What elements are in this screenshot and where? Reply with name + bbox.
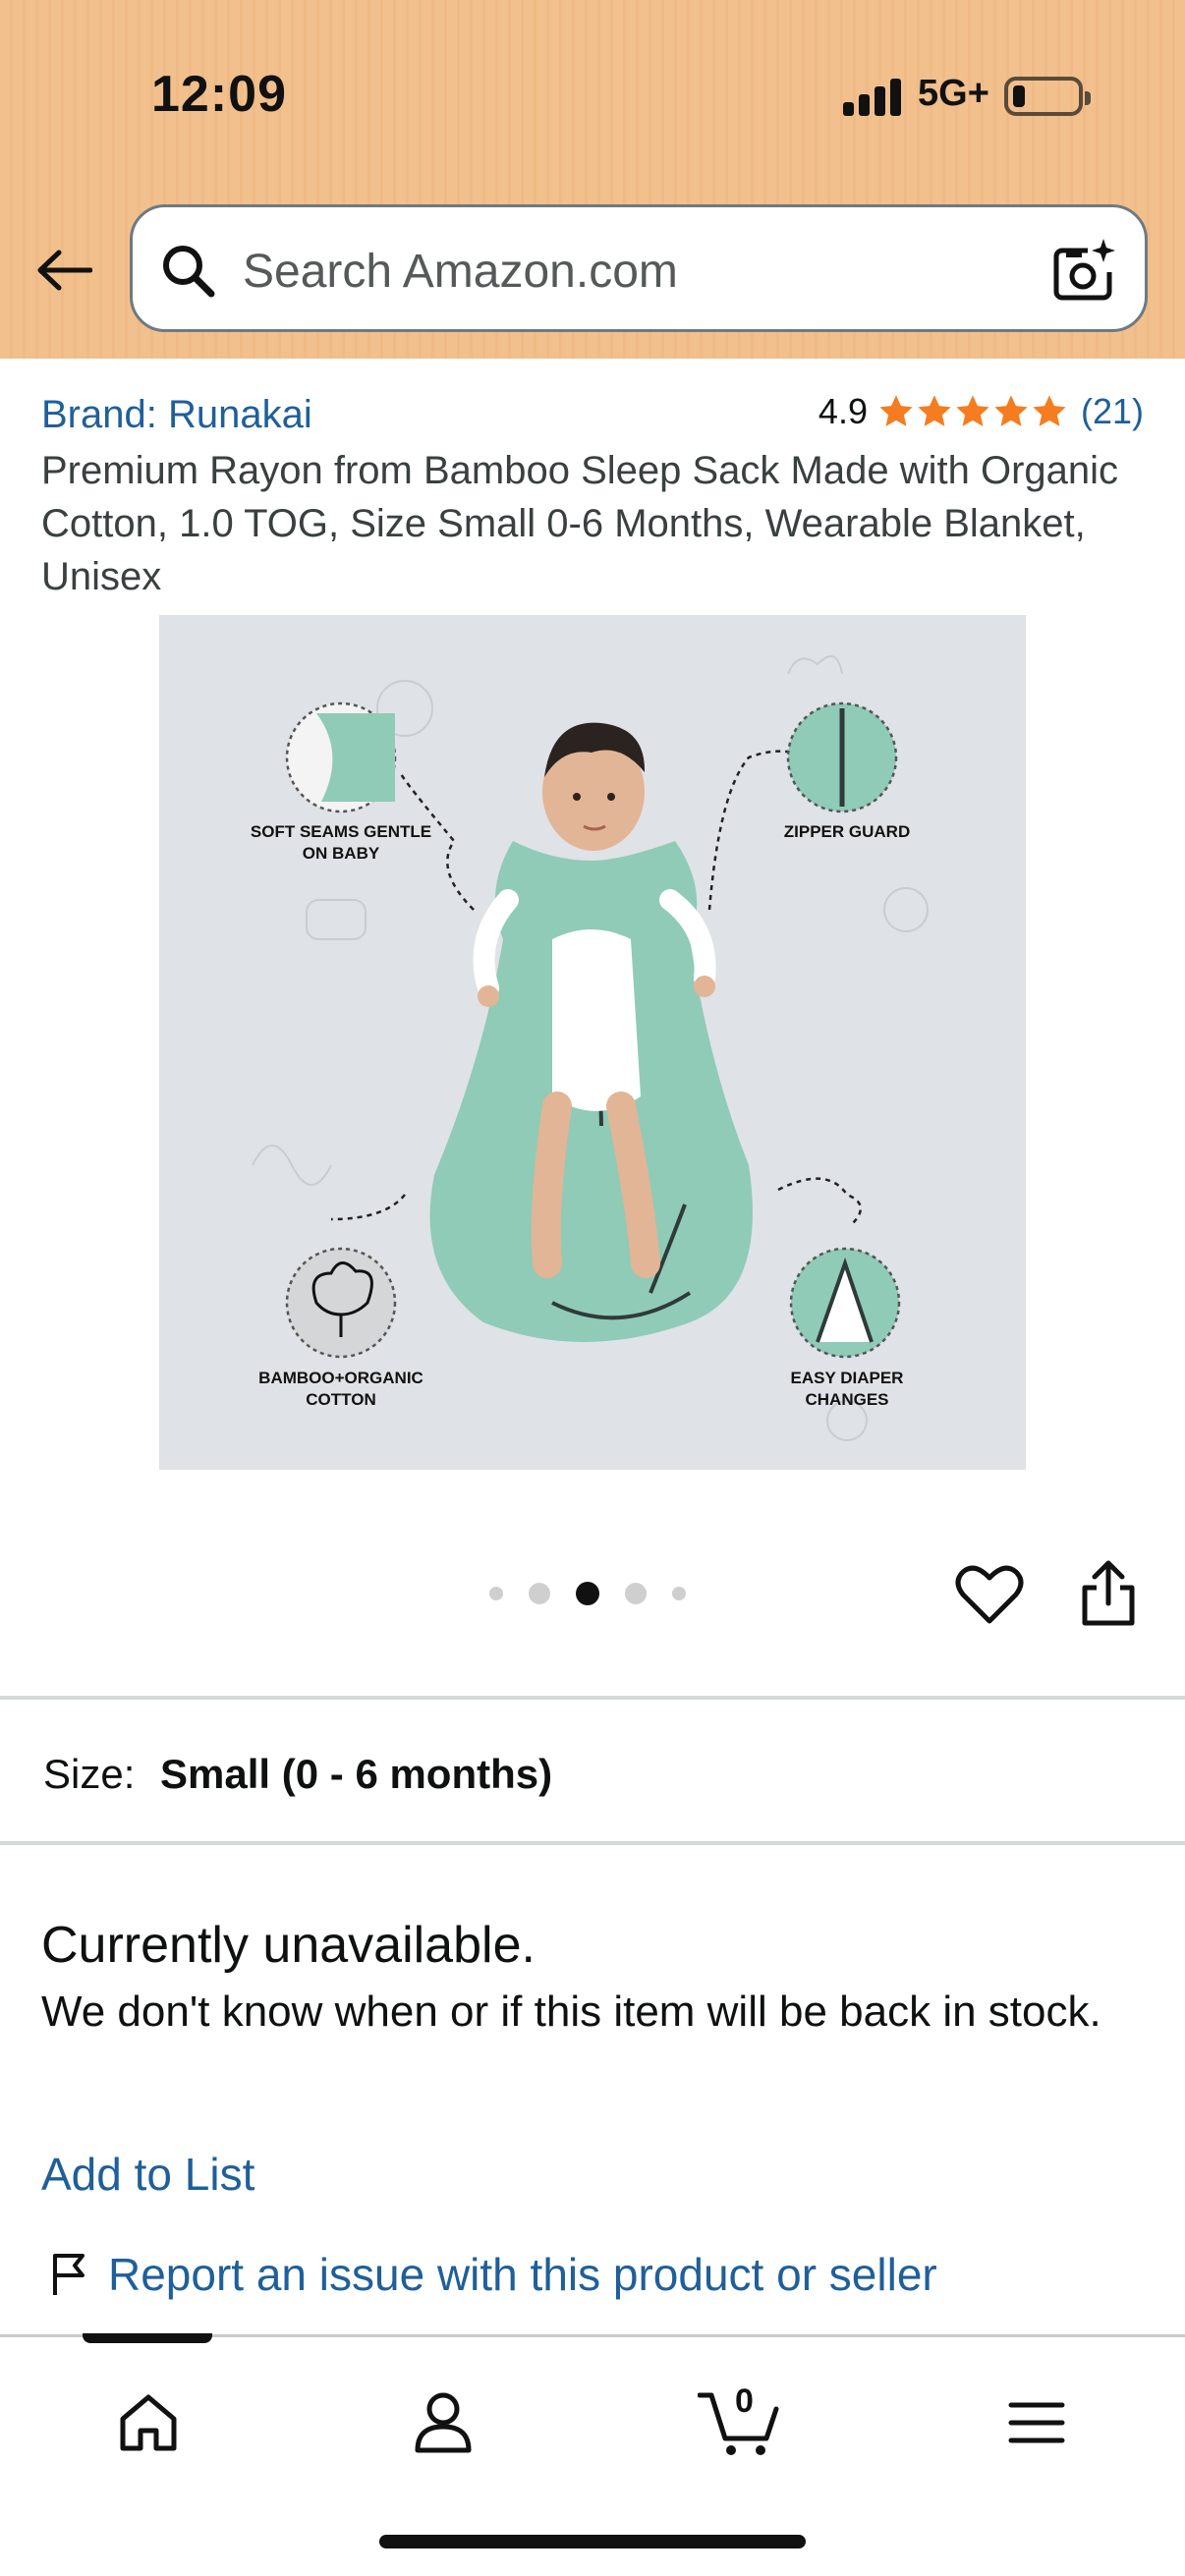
back-arrow-icon — [37, 250, 92, 291]
report-issue-link[interactable]: Report an issue with this product or sel… — [49, 2248, 937, 2301]
availability-status: Currently unavailable. — [41, 1917, 536, 1974]
back-button[interactable] — [29, 236, 98, 305]
network-type: 5G+ — [918, 73, 989, 114]
menu-icon — [1008, 2402, 1065, 2443]
search-icon — [163, 246, 215, 298]
callout-soft-seams: SOFT SEAMS GENTLE ON BABY — [250, 822, 432, 863]
home-indicator — [379, 2535, 806, 2548]
share-icon[interactable] — [1077, 1558, 1140, 1627]
search-placeholder: Search Amazon.com — [243, 246, 678, 298]
carousel-dot[interactable] — [529, 1583, 550, 1604]
star-icon — [879, 395, 913, 426]
nav-menu[interactable] — [992, 2379, 1081, 2467]
rating-value: 4.9 — [818, 391, 868, 431]
home-icon — [120, 2394, 177, 2451]
add-to-list-link[interactable]: Add to List — [41, 2148, 254, 2201]
availability-note: We don't know when or if this item will … — [41, 1988, 1101, 2036]
active-tab-indicator — [83, 2333, 212, 2343]
carousel-dot[interactable] — [489, 1587, 503, 1600]
callout-easy-diaper: EASY DIAPER CHANGES — [790, 1369, 904, 1409]
nav-cart[interactable]: 0 — [696, 2379, 784, 2467]
rating-summary[interactable]: 4.9 (21) — [818, 391, 1144, 432]
callout-bamboo-cotton: BAMBOO+ORGANIC COTTON — [258, 1369, 423, 1409]
status-time: 12:09 — [151, 66, 287, 123]
size-value: Small (0 - 6 months) — [160, 1751, 553, 1797]
product-title: Premium Rayon from Bamboo Sleep Sack Mad… — [41, 449, 1119, 598]
cart-count: 0 — [735, 2382, 754, 2420]
image-carousel-dots[interactable] — [489, 1582, 711, 1605]
brand-link[interactable]: Brand: Runakai — [41, 393, 312, 437]
signal-icon — [843, 77, 904, 116]
nav-account[interactable] — [399, 2379, 487, 2467]
star-rating — [877, 393, 1069, 430]
header: 12:09 5G+ Search Amazon.com — [0, 0, 1185, 359]
carousel-dot[interactable] — [625, 1583, 647, 1604]
star-icon — [1033, 395, 1066, 426]
camera-search-icon[interactable] — [1048, 237, 1117, 306]
account-icon — [415, 2392, 472, 2453]
divider — [0, 1696, 1185, 1700]
battery-icon — [1004, 77, 1091, 116]
product-image[interactable]: SOFT SEAMS GENTLE ON BABY ZIPPER GUARD B… — [159, 615, 1026, 1470]
carousel-dot-active[interactable] — [576, 1582, 599, 1605]
heart-icon[interactable] — [955, 1562, 1024, 1627]
size-selector[interactable]: Size: Small (0 - 6 months) — [43, 1751, 552, 1798]
carousel-dot[interactable] — [672, 1587, 686, 1600]
divider — [0, 1841, 1185, 1845]
report-issue-label: Report an issue with this product or sel… — [108, 2249, 937, 2300]
callout-zipper-guard: ZIPPER GUARD — [783, 822, 911, 841]
star-icon — [918, 395, 951, 426]
nav-home[interactable] — [104, 2379, 193, 2467]
size-label: Size: — [43, 1751, 136, 1797]
star-icon — [956, 395, 989, 426]
flag-icon — [53, 2254, 85, 2295]
star-icon — [994, 395, 1028, 426]
rating-count: (21) — [1080, 391, 1144, 431]
baby-in-sleep-sack-illustration — [252, 655, 929, 1441]
search-input[interactable]: Search Amazon.com — [130, 204, 1148, 332]
